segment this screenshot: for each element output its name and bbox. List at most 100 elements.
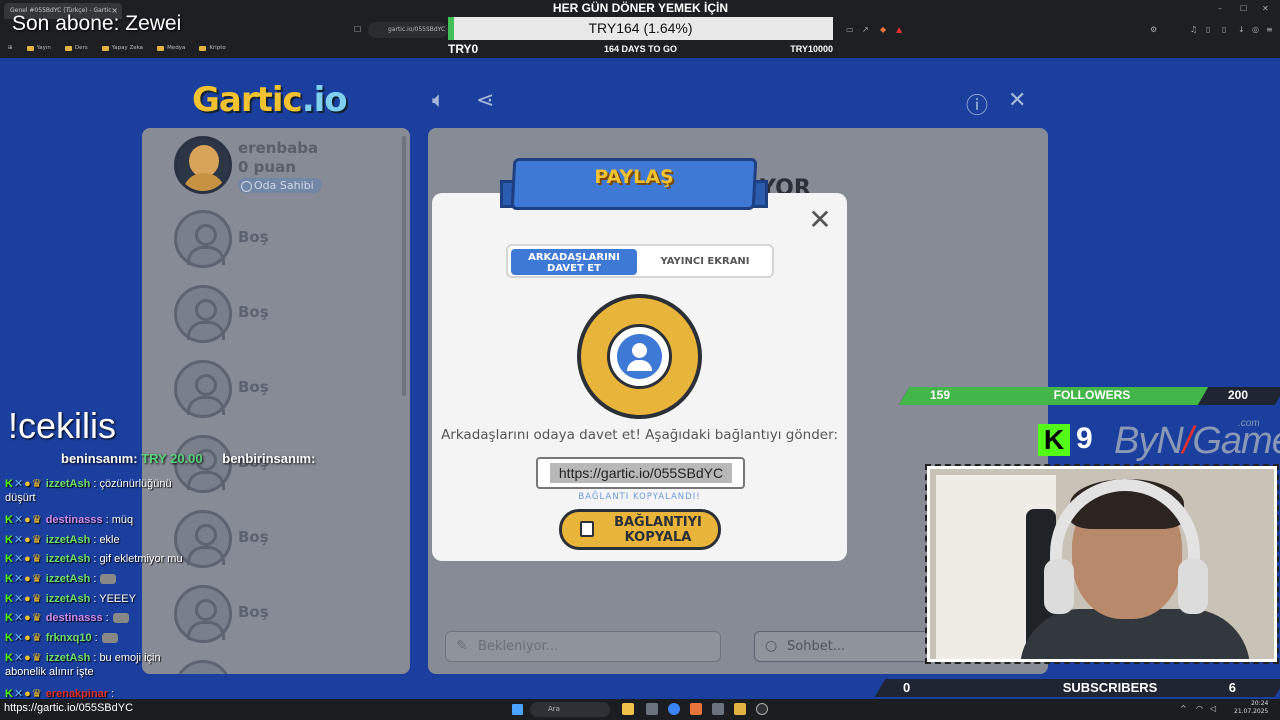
tray-chevron-icon[interactable]: ^ [1180, 704, 1187, 713]
chat-input[interactable]: ○ Sohbet... [754, 631, 934, 662]
chat-message: K✕●♛ destinasss: müq [5, 513, 133, 526]
maximize-icon[interactable]: ☐ [1240, 4, 1247, 13]
invite-link-text[interactable]: https://gartic.io/055SBdYC [550, 463, 732, 483]
share-tabs: ARKADAŞLARINI DAVET ET YAYINCI EKRANI [506, 244, 774, 278]
chat-message: K✕●♛ izzetAsh: ekle [5, 533, 120, 546]
bookmark-star-icon[interactable]: ☐ [354, 25, 361, 34]
store-icon[interactable] [712, 703, 724, 715]
tab-streamer-screen[interactable]: YAYINCI EKRANI [640, 249, 770, 275]
rewards-icon[interactable]: ▲ [896, 25, 902, 34]
sound-icon[interactable]: 🔈︎ [432, 88, 445, 113]
wifi-icon[interactable]: ◠ [1196, 704, 1203, 713]
brave-icon[interactable] [690, 703, 702, 715]
info-icon[interactable]: ⓘ [966, 88, 988, 120]
copy-icon [580, 521, 594, 537]
chat-badges: K✕●♛ [5, 651, 43, 664]
window-close-icon[interactable]: ✕ [1262, 4, 1269, 13]
user-icon-glyph [617, 334, 662, 379]
bookmark-folder[interactable]: Medya [157, 45, 185, 51]
share-icon[interactable]: ⋖ [476, 88, 494, 113]
chat-text: : [94, 632, 98, 644]
chat-badges: K✕●♛ [5, 611, 43, 624]
exit-icon[interactable]: ✕ [1008, 88, 1026, 113]
chat-username[interactable]: izzetAsh [46, 478, 91, 490]
chat-text: : [93, 573, 97, 585]
tab-invite-friends[interactable]: ARKADAŞLARINI DAVET ET [511, 249, 637, 275]
pencil-icon: ✎ [456, 638, 468, 654]
chat-badges: K✕●♛ [5, 572, 43, 585]
copy-link-button-label: BAĞLANTIYI KOPYALA [614, 515, 702, 545]
coin-badge-icon: ● [24, 553, 32, 565]
edge-icon[interactable] [668, 703, 680, 715]
chat-text: : YEEEY [93, 593, 136, 605]
chat-badges: K✕●♛ [5, 631, 43, 644]
chat-username[interactable]: frknxq10 [46, 632, 92, 644]
gartic-logo: Gartic.io [192, 80, 348, 120]
modal-title: PAYLAŞ [594, 166, 674, 188]
volume-icon[interactable]: ◁ [1210, 704, 1216, 713]
coin-badge-icon: ● [24, 612, 32, 624]
coin-badge-icon: ● [24, 514, 32, 526]
minimize-icon[interactable]: – [1218, 4, 1222, 13]
file-explorer-icon[interactable] [734, 703, 746, 715]
player-slot-empty: Boş [174, 210, 404, 272]
crown-badge-icon: ♛ [31, 593, 43, 605]
sidebar-icon[interactable]: ▯ [1206, 25, 1210, 34]
invite-instructions: Arkadaşlarını odaya davet et! Aşağıdaki … [441, 427, 838, 443]
chat-username[interactable]: izzetAsh [46, 593, 91, 605]
coin-badge-icon: ● [24, 632, 32, 644]
chat-badges: K✕●♛ [5, 552, 43, 565]
chat-message: K✕●♛ izzetAsh: YEEEY [5, 592, 136, 605]
folder-icon [101, 45, 109, 51]
chat-username[interactable]: izzetAsh [46, 652, 91, 664]
empty-avatar-icon [174, 360, 232, 418]
chat-username[interactable]: izzetAsh [46, 553, 91, 565]
address-bar[interactable]: gartic.io/055SBdYC [368, 22, 448, 38]
empty-avatar-icon [174, 660, 232, 674]
chat-username[interactable]: destinasss [46, 514, 103, 526]
chat-username[interactable]: izzetAsh [46, 534, 91, 546]
bookmark-folder[interactable]: Yapay Zeka [101, 45, 143, 51]
app-icon[interactable] [622, 703, 634, 715]
windows-start-icon[interactable] [512, 704, 523, 715]
chat-username[interactable]: izzetAsh [46, 573, 91, 585]
last-subscriber: Son abone: Zewei [12, 12, 182, 35]
windows-taskbar [0, 699, 1280, 720]
kick-badge-icon: K [5, 478, 14, 490]
menu-icon[interactable]: ≡ [1266, 25, 1273, 34]
giveaway-command: !cekilis [8, 405, 117, 446]
screenshot-icon[interactable]: ▭ [846, 25, 854, 34]
close-icon[interactable]: ✕ [808, 206, 832, 234]
chat-username[interactable]: destinasss [46, 612, 103, 624]
apps-icon[interactable]: ⊞ [8, 45, 13, 51]
kick-badge-icon: K [5, 612, 14, 624]
wallet-icon[interactable]: ◎ [1252, 25, 1259, 34]
taskbar-search[interactable]: Ara [530, 702, 610, 717]
player-points: 0 puan [238, 158, 296, 176]
copy-link-button[interactable]: BAĞLANTIYI KOPYALA [559, 509, 721, 550]
chat-badges: K✕●♛ [5, 513, 43, 526]
obs-icon[interactable] [756, 703, 768, 715]
share-icon[interactable]: ↗ [862, 25, 869, 34]
bookmark-folder[interactable]: Kripto [199, 45, 226, 51]
task-view-icon[interactable] [646, 703, 658, 715]
chat-search-icon: ○ [765, 638, 778, 654]
players-panel: erenbaba 0 puan Oda Sahibi Boş Boş Boş B… [142, 128, 410, 674]
media-icon[interactable]: ♫ [1190, 25, 1197, 34]
bookmark-folder[interactable]: Ders [64, 45, 88, 51]
downloads-icon[interactable]: ↓ [1238, 25, 1245, 34]
bookmark-folder[interactable]: Yayın [26, 45, 51, 51]
taskbar-clock[interactable]: 20:24 21.07.2025 [1234, 700, 1268, 716]
bookmarks-icon[interactable]: ▯ [1222, 25, 1226, 34]
kick-badge-icon: K [5, 652, 14, 664]
brave-shield-icon[interactable]: ◆ [880, 25, 886, 34]
sword-badge-icon: ✕ [13, 478, 25, 490]
sword-badge-icon: ✕ [13, 652, 25, 664]
headset-earcup-left [1044, 559, 1074, 614]
guess-input[interactable]: ✎ Bekleniyor... [445, 631, 721, 662]
chat-message: K✕●♛ izzetAsh: çözünürlüğünü [5, 477, 172, 490]
extension-icon[interactable]: ⚙ [1150, 25, 1157, 34]
coin-badge-icon: ● [24, 652, 32, 664]
sword-badge-icon: ✕ [13, 632, 25, 644]
emote-icon [100, 574, 117, 585]
